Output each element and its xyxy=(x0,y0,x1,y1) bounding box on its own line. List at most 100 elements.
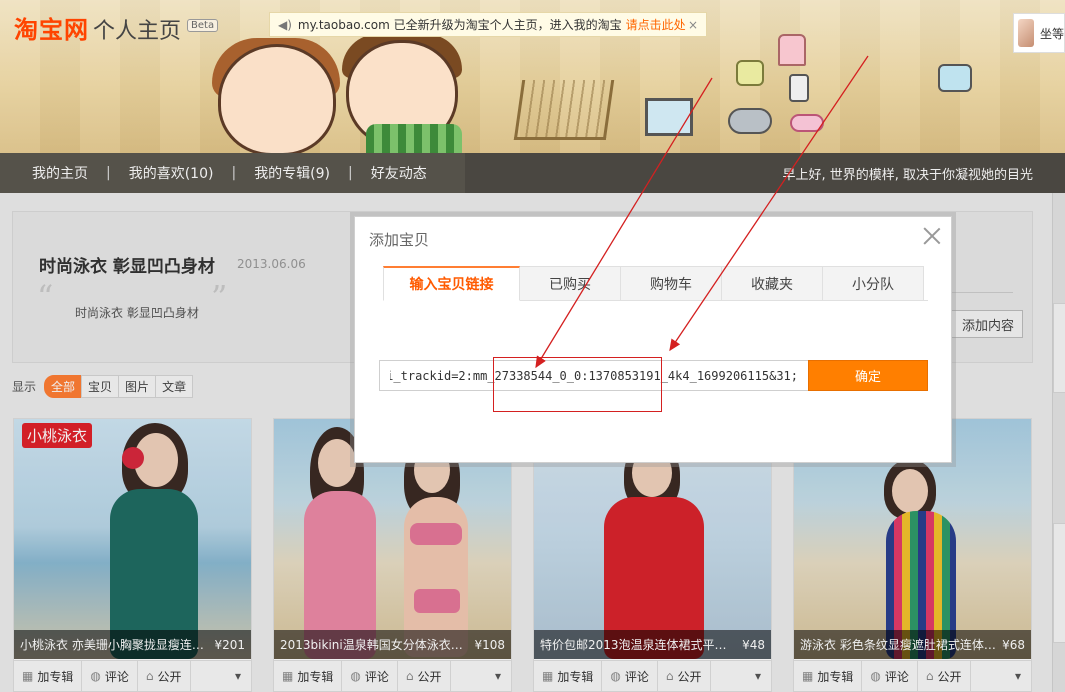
product-caption[interactable]: 小桃泳衣 亦美珊小胸聚拢显瘦连体泳衣 ¥201 xyxy=(14,630,251,659)
filter-tab-images[interactable]: 图片 xyxy=(118,375,157,398)
add-album-button[interactable]: ▦ 加专辑 xyxy=(14,661,83,691)
phone-illustration xyxy=(789,74,809,102)
nav-item-home[interactable]: 我的主页 xyxy=(0,163,106,183)
filter-tab-articles[interactable]: 文章 xyxy=(155,375,194,398)
chevron-down-icon[interactable]: ▾ xyxy=(1005,661,1031,691)
public-button[interactable]: ⌂ 公开 xyxy=(138,661,191,691)
comment-button[interactable]: ◍ 评论 xyxy=(342,661,398,691)
add-album-label: 加专辑 xyxy=(817,669,854,684)
product-caption[interactable]: 特价包邮2013泡温泉连体裙式平角泳衣 ¥48 xyxy=(534,630,771,659)
comment-button[interactable]: ◍ 评论 xyxy=(862,661,918,691)
lock-icon: ⌂ xyxy=(145,669,154,683)
bikini-top xyxy=(410,523,462,545)
lock-icon: ⌂ xyxy=(665,669,674,683)
add-album-button[interactable]: ▦ 加专辑 xyxy=(794,661,863,691)
public-button[interactable]: ⌂ 公开 xyxy=(658,661,711,691)
public-label: 公开 xyxy=(417,669,442,684)
comment-label: 评论 xyxy=(624,669,649,684)
grid-icon: ▦ xyxy=(282,669,294,683)
confirm-button[interactable]: 确定 xyxy=(808,360,928,391)
grid-icon: ▦ xyxy=(22,669,34,683)
speaker-icon: ◀) xyxy=(278,17,292,32)
tab-cart[interactable]: 购物车 xyxy=(621,266,722,301)
comment-button[interactable]: ◍ 评论 xyxy=(82,661,138,691)
lock-icon: ⌂ xyxy=(925,669,934,683)
tile-actions: ▦ 加专辑 ◍ 评论 ⌂ 公开 ▾ xyxy=(14,660,251,691)
header-banner: 淘宝网 个人主页 Beta ◀) my.taobao.com 已全新升级为淘宝个… xyxy=(0,0,1065,153)
tile-actions: ▦ 加专辑 ◍ 评论 ⌂ 公开 ▾ xyxy=(534,660,771,691)
main-nav: 我的主页 | 我的喜欢(10) | 我的专辑(9) | 好友动态 早上好, 世界… xyxy=(0,153,1065,193)
dress-illustration xyxy=(778,34,806,66)
product-tile[interactable]: 小桃泳衣 小桃泳衣 亦美珊小胸聚拢显瘦连体泳衣 ¥201 ▦ 加专辑 ◍ 评论 ⌂ 公… xyxy=(13,418,252,692)
cartoon-girl xyxy=(218,44,336,153)
tab-purchased[interactable]: 已购买 xyxy=(520,266,621,301)
dialog-title: 添加宝贝 xyxy=(369,231,430,249)
product-price: ¥68 xyxy=(1002,637,1025,652)
filter-label: 显示 xyxy=(12,380,37,394)
public-button[interactable]: ⌂ 公开 xyxy=(918,661,971,691)
chevron-down-icon[interactable]: ▾ xyxy=(745,661,771,691)
shopping-cart-illustration xyxy=(513,80,615,140)
product-caption[interactable]: 2013bikini温泉韩国女分体泳衣平角三件套 ¥108 xyxy=(274,630,511,659)
add-content-button[interactable]: 添加内容 xyxy=(947,310,1023,338)
tab-favorites[interactable]: 收藏夹 xyxy=(722,266,823,301)
album-date: 2013.06.06 xyxy=(237,257,306,271)
sidebar-block xyxy=(1053,523,1065,643)
brand-badge: 小桃泳衣 xyxy=(22,423,93,448)
tile-actions: ▦ 加专辑 ◍ 评论 ⌂ 公开 ▾ xyxy=(794,660,1031,691)
product-title[interactable]: 小桃泳衣 亦美珊小胸聚拢显瘦连体泳衣 xyxy=(20,636,210,653)
notice-link[interactable]: 请点击此处 xyxy=(626,16,686,33)
bag-illustration xyxy=(736,60,764,86)
public-button[interactable]: ⌂ 公开 xyxy=(398,661,451,691)
nav-item-friends[interactable]: 好友动态 xyxy=(353,163,445,183)
nav-item-likes[interactable]: 我的喜欢(10) xyxy=(111,163,232,183)
add-album-button[interactable]: ▦ 加专辑 xyxy=(274,661,343,691)
public-label: 公开 xyxy=(677,669,702,684)
lock-icon: ⌂ xyxy=(405,669,414,683)
public-label: 公开 xyxy=(157,669,182,684)
grid-icon: ▦ xyxy=(542,669,554,683)
product-price: ¥48 xyxy=(742,637,765,652)
product-caption[interactable]: 游泳衣 彩色条纹显瘦遮肚裙式连体泳衣 ¥68 xyxy=(794,630,1031,659)
comment-button[interactable]: ◍ 评论 xyxy=(602,661,658,691)
site-logo[interactable]: 淘宝网 个人主页 Beta xyxy=(14,10,219,45)
close-icon[interactable] xyxy=(921,225,943,247)
product-photo[interactable] xyxy=(14,419,251,659)
notice-text: my.taobao.com 已全新升级为淘宝个人主页，进入我的淘宝 xyxy=(297,18,622,32)
filter-tab-items[interactable]: 宝贝 xyxy=(81,375,120,398)
add-album-label: 加专辑 xyxy=(557,669,594,684)
camera-illustration xyxy=(938,64,972,92)
product-title[interactable]: 游泳衣 彩色条纹显瘦遮肚裙式连体泳衣 xyxy=(800,636,998,653)
candy-illustration xyxy=(790,114,824,132)
monitor-illustration xyxy=(645,98,693,136)
model-face xyxy=(892,469,928,513)
divider xyxy=(943,292,1013,293)
content-filter: 显示 全部 宝贝 图片 文章 xyxy=(12,375,194,398)
album-title: 时尚泳衣 彰显凹凸身材 xyxy=(39,257,215,277)
close-icon[interactable]: × xyxy=(688,18,698,32)
user-menu[interactable]: 坐等 xyxy=(1013,13,1065,53)
product-price: ¥201 xyxy=(214,637,245,652)
add-album-label: 加专辑 xyxy=(297,669,334,684)
right-sidebar xyxy=(1052,193,1065,692)
product-price: ¥108 xyxy=(474,637,505,652)
grid-icon: ▦ xyxy=(802,669,814,683)
product-title[interactable]: 2013bikini温泉韩国女分体泳衣平角三件套 xyxy=(280,636,470,653)
comment-label: 评论 xyxy=(884,669,909,684)
public-label: 公开 xyxy=(937,669,962,684)
item-url-input[interactable] xyxy=(379,360,809,391)
quote-close-icon: ” xyxy=(211,278,228,316)
cartoon-boy-shirt xyxy=(366,124,462,153)
add-album-button[interactable]: ▦ 加专辑 xyxy=(534,661,603,691)
chevron-down-icon[interactable]: ▾ xyxy=(485,661,511,691)
logo-subtitle: 个人主页 xyxy=(93,19,182,44)
tab-item-link[interactable]: 输入宝贝链接 xyxy=(383,266,520,301)
chevron-down-icon[interactable]: ▾ xyxy=(225,661,251,691)
tab-squad[interactable]: 小分队 xyxy=(823,266,924,301)
avatar[interactable] xyxy=(1018,19,1034,47)
nav-item-albums[interactable]: 我的专辑(9) xyxy=(236,163,348,183)
comment-icon: ◍ xyxy=(350,669,361,683)
filter-tab-all[interactable]: 全部 xyxy=(44,375,83,398)
product-title[interactable]: 特价包邮2013泡温泉连体裙式平角泳衣 xyxy=(540,636,738,653)
username[interactable]: 坐等 xyxy=(1040,25,1064,42)
